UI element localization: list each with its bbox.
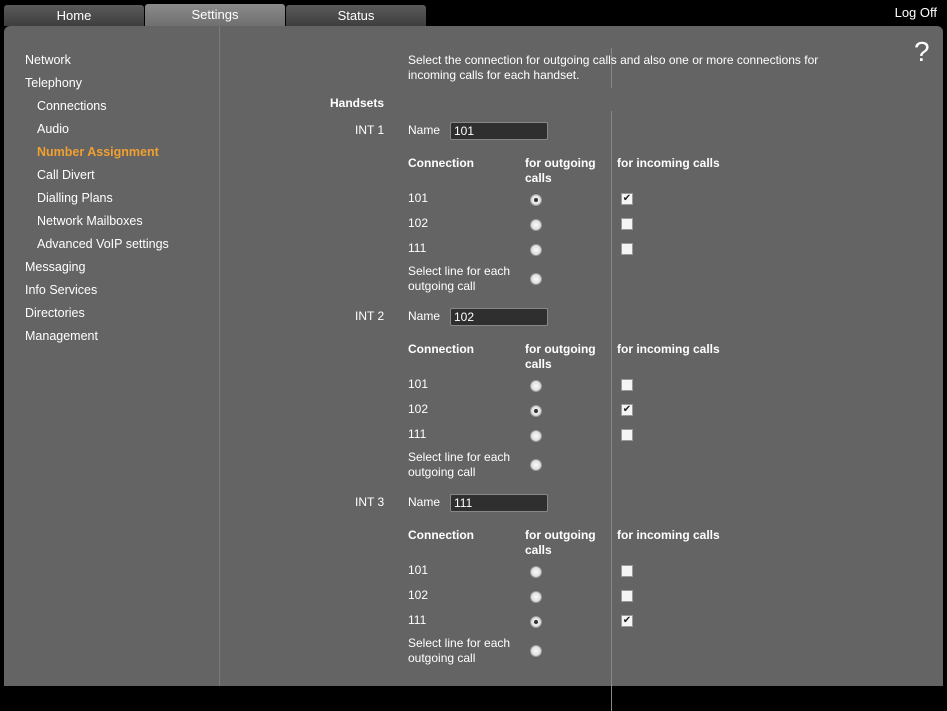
tab-status[interactable]: Status bbox=[286, 5, 426, 26]
select-line-radio[interactable] bbox=[530, 459, 542, 471]
settings-panel: Network Telephony Connections Audio Number A… bbox=[4, 26, 943, 711]
incoming-checkbox[interactable] bbox=[621, 565, 633, 577]
connection-label: 101 bbox=[408, 377, 429, 391]
outgoing-radio[interactable] bbox=[530, 430, 542, 442]
incoming-checkbox[interactable] bbox=[621, 243, 633, 255]
handset-int-label: INT 2 bbox=[355, 309, 385, 323]
name-label: Name bbox=[408, 309, 441, 323]
sidebar-item-number-assignment[interactable]: Number Assignment bbox=[37, 145, 159, 159]
sidebar-item-network[interactable]: Network bbox=[25, 53, 71, 67]
sidebar-item-advanced-voip-settings[interactable]: Advanced VoIP settings bbox=[37, 237, 169, 251]
incoming-checkbox[interactable] bbox=[621, 429, 633, 441]
outgoing-radio[interactable] bbox=[530, 380, 542, 392]
outgoing-radio[interactable] bbox=[530, 616, 542, 628]
handset-int-label: INT 3 bbox=[355, 495, 385, 509]
name-label: Name bbox=[408, 123, 441, 137]
outgoing-radio[interactable] bbox=[530, 244, 542, 256]
incoming-checkbox[interactable]: ✔ bbox=[621, 615, 633, 627]
outgoing-column-header: for outgoing calls bbox=[525, 156, 596, 185]
outgoing-radio[interactable] bbox=[530, 194, 542, 206]
sidebar-item-messaging[interactable]: Messaging bbox=[25, 260, 85, 274]
incoming-checkbox[interactable]: ✔ bbox=[621, 193, 633, 205]
sidebar-item-dialling-plans[interactable]: Dialling Plans bbox=[37, 191, 113, 205]
handset-int-label: INT 1 bbox=[355, 123, 385, 137]
connection-label: 101 bbox=[408, 191, 429, 205]
incoming-checkbox[interactable]: ✔ bbox=[621, 404, 633, 416]
connection-label: 102 bbox=[408, 402, 429, 416]
handset-name-input[interactable] bbox=[450, 122, 548, 140]
connection-label: 111 bbox=[408, 241, 427, 255]
connection-label: 101 bbox=[408, 563, 429, 577]
sidebar-item-call-divert[interactable]: Call Divert bbox=[37, 168, 95, 182]
outgoing-column-header: for outgoing calls bbox=[525, 342, 596, 371]
connection-label: 102 bbox=[408, 216, 429, 230]
sidebar-item-audio[interactable]: Audio bbox=[37, 122, 69, 136]
incoming-column-header: for incoming calls bbox=[617, 156, 720, 170]
handsets-heading: Handsets bbox=[330, 96, 385, 110]
connection-label: 111 bbox=[408, 427, 427, 441]
select-line-radio[interactable] bbox=[530, 645, 542, 657]
description-text: Select the connection for outgoing calls… bbox=[408, 53, 819, 82]
sidebar-item-info-services[interactable]: Info Services bbox=[25, 283, 97, 297]
log-off-link[interactable]: Log Off bbox=[895, 5, 937, 20]
outgoing-column-header: for outgoing calls bbox=[525, 528, 596, 557]
incoming-checkbox[interactable] bbox=[621, 590, 633, 602]
connection-label: 111 bbox=[408, 613, 427, 627]
connection-label: 102 bbox=[408, 588, 429, 602]
select-line-label: Select line for each outgoing call bbox=[408, 264, 511, 293]
divider bbox=[611, 111, 612, 711]
sidebar-item-network-mailboxes[interactable]: Network Mailboxes bbox=[37, 214, 143, 228]
select-line-radio[interactable] bbox=[530, 273, 542, 285]
sidebar: Network Telephony Connections Audio Number A… bbox=[4, 26, 220, 686]
incoming-column-header: for incoming calls bbox=[617, 342, 720, 356]
handset-name-input[interactable] bbox=[450, 494, 548, 512]
connection-column-header: Connection bbox=[408, 156, 474, 170]
sidebar-item-connections[interactable]: Connections bbox=[37, 99, 107, 113]
select-line-label: Select line for each outgoing call bbox=[408, 636, 511, 665]
sidebar-item-directories[interactable]: Directories bbox=[25, 306, 85, 320]
tab-home[interactable]: Home bbox=[4, 5, 144, 26]
incoming-column-header: for incoming calls bbox=[617, 528, 720, 542]
outgoing-radio[interactable] bbox=[530, 566, 542, 578]
name-label: Name bbox=[408, 495, 441, 509]
incoming-checkbox[interactable] bbox=[621, 379, 633, 391]
outgoing-radio[interactable] bbox=[530, 591, 542, 603]
outgoing-radio[interactable] bbox=[530, 219, 542, 231]
tab-settings[interactable]: Settings bbox=[145, 4, 285, 27]
sidebar-item-management[interactable]: Management bbox=[25, 329, 98, 343]
connection-column-header: Connection bbox=[408, 342, 474, 356]
handset-name-input[interactable] bbox=[450, 308, 548, 326]
select-line-label: Select line for each outgoing call bbox=[408, 450, 511, 479]
incoming-checkbox[interactable] bbox=[621, 218, 633, 230]
sidebar-item-telephony[interactable]: Telephony bbox=[25, 76, 82, 90]
top-bar: Home Settings Status Log Off bbox=[0, 0, 947, 27]
connection-column-header: Connection bbox=[408, 528, 474, 542]
outgoing-radio[interactable] bbox=[530, 405, 542, 417]
